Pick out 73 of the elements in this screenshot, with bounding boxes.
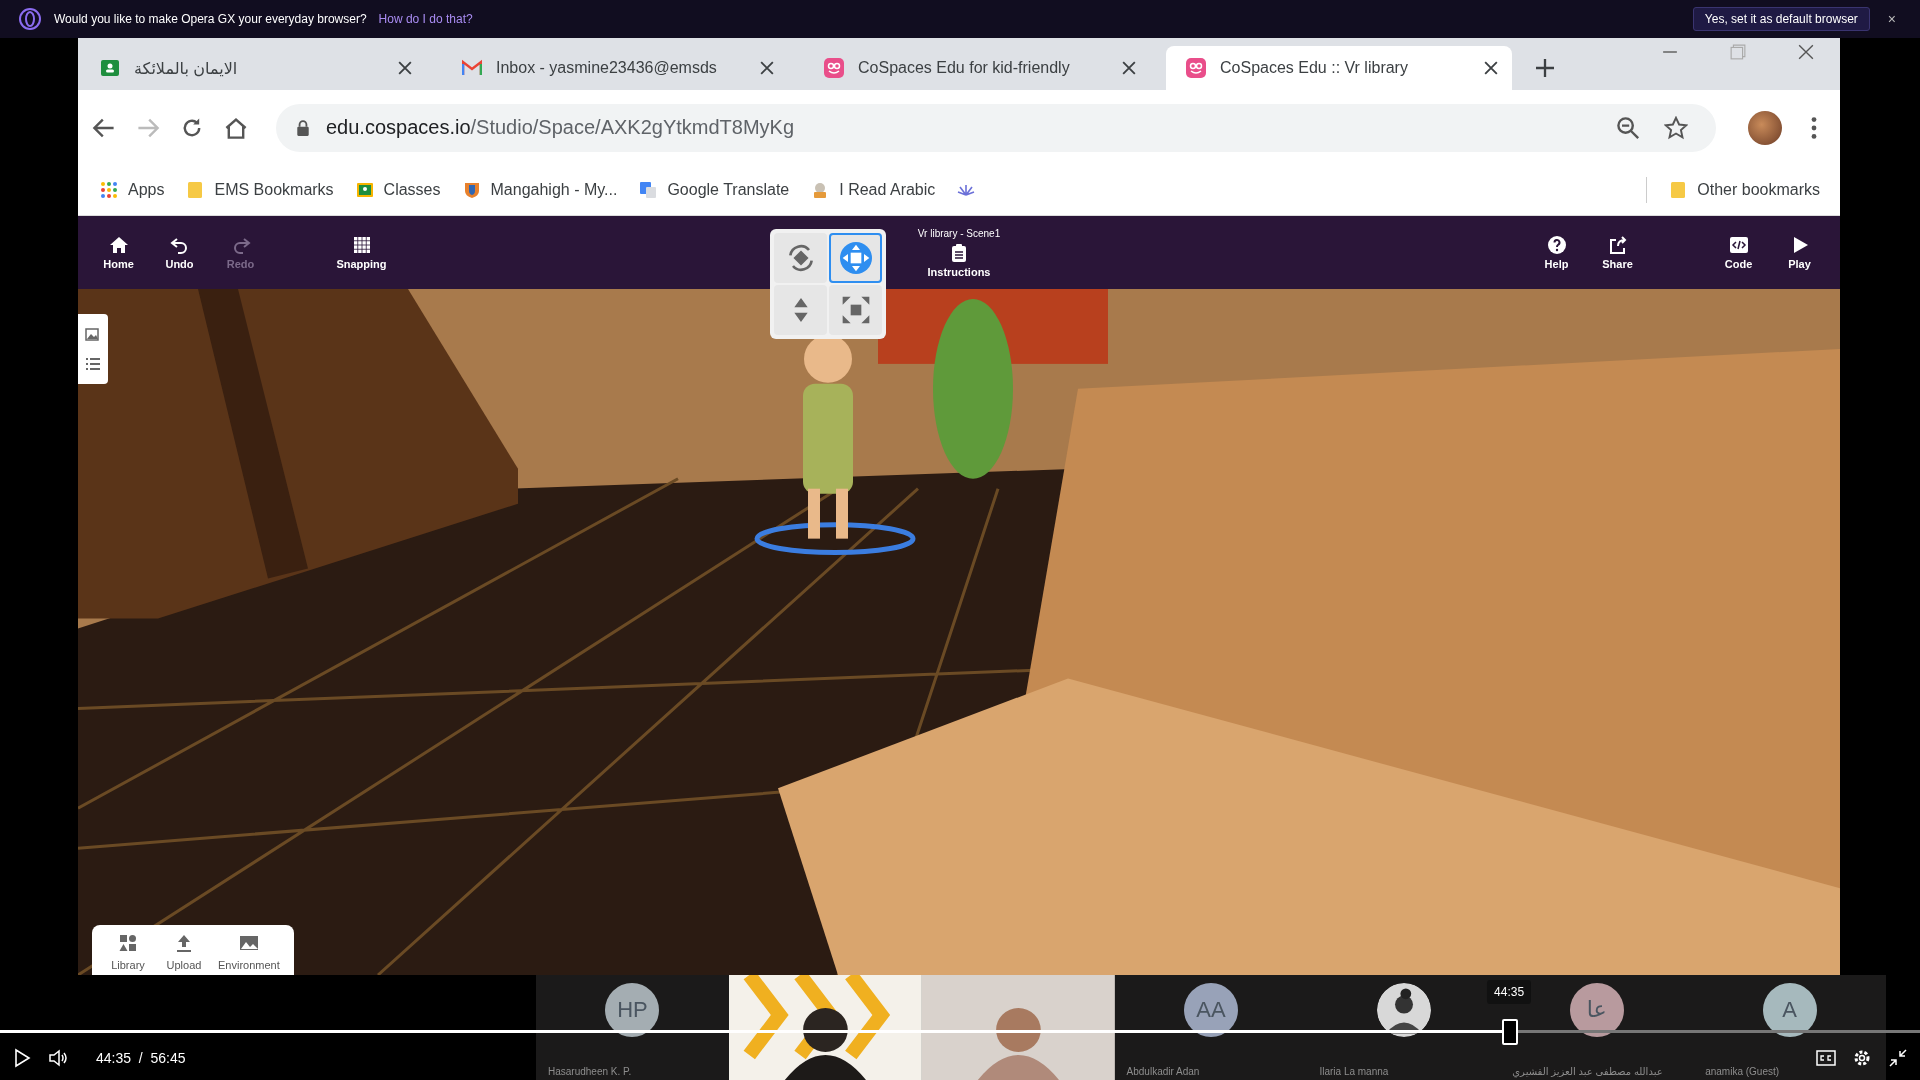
bookmark[interactable]: Google Translate [667, 181, 790, 199]
bookmark[interactable]: Apps [128, 181, 165, 199]
toolbar-button[interactable]: Play [1769, 235, 1830, 270]
close-icon[interactable] [1798, 44, 1814, 60]
transform-button[interactable] [829, 233, 882, 283]
participant-name: عبدالله مصطفى عبد العزيز القشيري [1512, 1066, 1663, 1077]
close-icon[interactable] [760, 61, 774, 75]
close-icon[interactable] [398, 61, 412, 75]
move-icon [839, 242, 872, 274]
lock-icon [296, 119, 310, 136]
toolbar-button[interactable]: Snapping [331, 235, 392, 270]
banner-message: Would you like to make Opera GX your everyday browser? [54, 12, 367, 26]
browser-tab[interactable]: Inbox - yasmine23436@emsds [442, 46, 788, 90]
bookmark[interactable]: I Read Arabic [839, 181, 936, 199]
set-default-button[interactable]: Yes, set it as default browser [1692, 7, 1870, 31]
avatar: عا [1569, 982, 1624, 1037]
participant-name: Ilaria La manna [1319, 1066, 1389, 1077]
toolbar-button[interactable]: Help [1526, 235, 1587, 270]
new-tab-icon[interactable] [1536, 59, 1554, 77]
participant-name: Abdulkadir Adan [1126, 1066, 1200, 1077]
toolbar-button[interactable]: Undo [149, 235, 210, 270]
progress-track[interactable] [0, 1030, 1920, 1033]
home-icon[interactable] [224, 115, 248, 140]
avatar: HP [605, 982, 660, 1037]
ring-logo-icon [18, 7, 42, 31]
toolbar-button[interactable]: Code [1708, 235, 1769, 270]
browser-tab[interactable]: الايمان بالملائكة [80, 46, 426, 90]
apps-grid-icon[interactable] [100, 181, 118, 199]
close-icon[interactable] [1122, 61, 1136, 75]
star-icon[interactable] [1664, 115, 1688, 140]
smiley-logo-icon [824, 58, 844, 78]
toolbar-button[interactable]: Home [88, 235, 149, 270]
other-bookmarks[interactable]: Other bookmarks [1697, 181, 1820, 199]
playback-time: 44:35 / 56:45 [96, 1050, 186, 1066]
avatar: AA [1184, 982, 1238, 1037]
toolbar-button[interactable]: Share [1587, 235, 1648, 270]
undo-icon [169, 235, 190, 255]
clipboard-icon [949, 242, 969, 263]
share-icon [1607, 235, 1628, 255]
play-icon[interactable] [12, 1048, 32, 1068]
minimize-icon[interactable] [1888, 1048, 1908, 1068]
zoom-out-icon[interactable] [1616, 115, 1640, 140]
close-icon[interactable] [1484, 61, 1498, 75]
help-link[interactable]: How do I do that? [378, 12, 473, 26]
grid-icon [351, 235, 372, 255]
settings-icon[interactable] [1852, 1048, 1872, 1068]
avatar: A [1762, 982, 1817, 1037]
smiley-logo-icon [1186, 58, 1206, 78]
classroom-icon[interactable] [355, 181, 374, 199]
scene-title: Vr library - Scene1 [917, 227, 1001, 239]
browser-tab[interactable]: CoSpaces Edu for kid-friendly [804, 46, 1150, 90]
bookmark[interactable]: EMS Bookmarks [214, 181, 334, 199]
code-icon [1728, 235, 1749, 255]
help-icon [1546, 235, 1567, 255]
shield-icon[interactable] [462, 181, 481, 199]
participant-name: Hasarudheen K. P. [548, 1066, 632, 1077]
translate-icon[interactable] [639, 181, 658, 199]
mail-icon [462, 58, 482, 78]
classroom-icon [100, 58, 120, 78]
bookmark[interactable]: Classes [383, 181, 441, 199]
transform-button[interactable] [774, 233, 827, 283]
address-field[interactable]: edu.cospaces.io/Studio/Space/AXK2gYtkmdT8MyKg [276, 103, 1716, 152]
participant-name: anamika (Guest) [1705, 1066, 1780, 1077]
bookmark[interactable]: Mangahigh - My... [490, 181, 618, 199]
profile-avatar[interactable] [1748, 110, 1782, 145]
volume-icon[interactable] [48, 1048, 68, 1068]
instructions-button[interactable]: Instructions [928, 242, 990, 278]
time-tooltip: 44:35 [1487, 980, 1532, 1004]
close-button[interactable]: × [1881, 10, 1902, 28]
progress-handle[interactable] [1502, 1019, 1519, 1045]
captions-icon[interactable] [1816, 1048, 1836, 1068]
browser-tab[interactable]: CoSpaces Edu :: Vr library [1166, 46, 1512, 90]
home-icon [108, 235, 129, 255]
